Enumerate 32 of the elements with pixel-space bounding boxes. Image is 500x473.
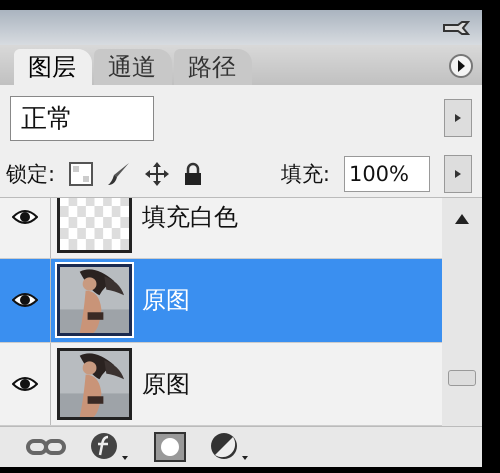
arrow-right-icon [455, 114, 461, 122]
eye-icon[interactable] [12, 209, 38, 226]
layer-row[interactable]: 原图 [0, 342, 442, 426]
layer-name: 原图 [142, 285, 190, 316]
scroll-up-icon[interactable] [455, 214, 469, 224]
fill-label: 填充: [280, 161, 330, 188]
move-icon[interactable] [145, 162, 170, 186]
blend-mode-dropdown[interactable]: 正常 [10, 96, 154, 140]
scrollbar[interactable] [442, 198, 482, 426]
layer-name: 原图 [142, 368, 190, 400]
collapse-icon[interactable] [442, 20, 472, 36]
opacity-arrow-button[interactable] [444, 99, 472, 137]
mask-icon[interactable] [154, 432, 186, 462]
lock-icon[interactable] [183, 162, 204, 186]
link-icon[interactable] [26, 436, 66, 458]
fill-field[interactable]: 100% [344, 156, 430, 192]
panel-tab[interactable]: 通道 [94, 49, 172, 85]
fx-icon[interactable] [90, 432, 130, 462]
panel-tab[interactable]: 图层 [14, 49, 92, 85]
panel-menu-icon[interactable] [448, 53, 474, 79]
lock-transparency-icon[interactable] [69, 162, 94, 186]
panel-tab[interactable]: 路径 [174, 49, 252, 85]
brush-icon[interactable] [107, 161, 132, 187]
eye-icon[interactable] [12, 292, 38, 308]
arrow-right-icon [455, 170, 461, 178]
layer-row[interactable]: 填充白色 [0, 198, 442, 260]
fill-arrow-button[interactable] [444, 155, 472, 193]
scroll-thumb[interactable] [448, 370, 476, 386]
layer-name: 填充白色 [142, 202, 238, 234]
adjustment-icon[interactable] [210, 432, 250, 462]
lock-label: 锁定: [6, 161, 56, 188]
eye-icon[interactable] [12, 376, 38, 392]
